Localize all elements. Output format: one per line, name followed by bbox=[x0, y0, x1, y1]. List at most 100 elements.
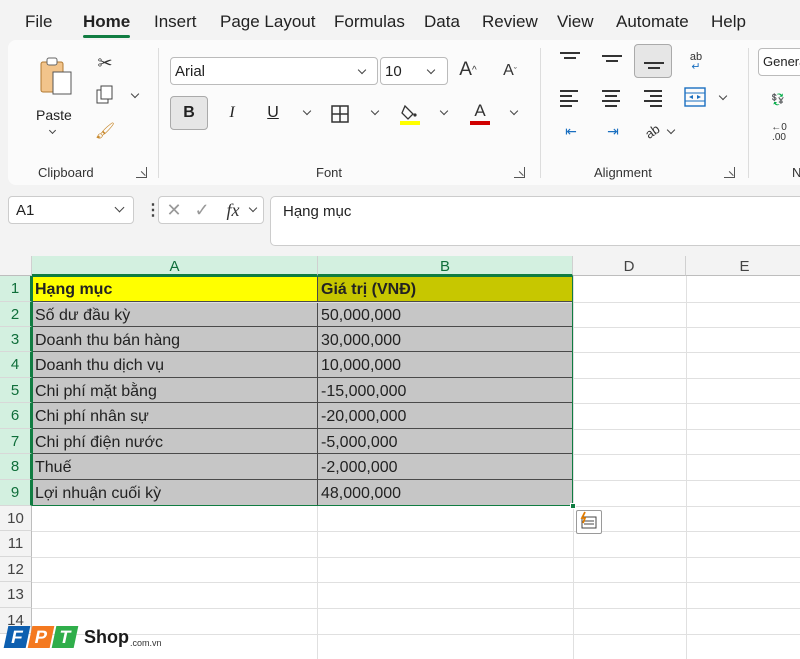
row-header[interactable]: 11 bbox=[0, 531, 32, 557]
tab-formulas[interactable]: Formulas bbox=[334, 12, 405, 32]
format-painter-icon[interactable]: 🖌 bbox=[94, 120, 116, 142]
insert-function-icon[interactable]: fx bbox=[223, 199, 243, 221]
row-header[interactable]: 8 bbox=[0, 454, 32, 480]
accounting-format-icon[interactable]: 💱 bbox=[766, 90, 790, 108]
quick-analysis-icon[interactable] bbox=[576, 510, 602, 534]
align-center-icon[interactable] bbox=[602, 90, 622, 107]
underline-dropdown-icon[interactable] bbox=[302, 106, 312, 116]
fill-color-icon[interactable] bbox=[400, 102, 420, 126]
select-all-corner[interactable] bbox=[0, 256, 32, 276]
column-header-d[interactable]: D bbox=[573, 256, 686, 276]
alignment-launcher-icon[interactable] bbox=[724, 167, 735, 178]
table-cell[interactable]: 30,000,000 bbox=[318, 327, 573, 352]
row-header[interactable]: 9 bbox=[0, 480, 32, 506]
increase-font-icon[interactable]: A ^ bbox=[456, 56, 480, 84]
fill-color-dropdown-icon[interactable] bbox=[439, 106, 449, 116]
row-header[interactable]: 10 bbox=[0, 506, 32, 531]
row-header[interactable]: 12 bbox=[0, 557, 32, 582]
tab-help[interactable]: Help bbox=[711, 12, 746, 32]
font-launcher-icon[interactable] bbox=[514, 167, 525, 178]
ribbon: Paste ✂ 🖌 Clipboard Arial 10 A ^ Aˇ B I U… bbox=[8, 40, 800, 185]
copy-dropdown-icon[interactable] bbox=[130, 89, 140, 99]
formula-input[interactable]: Hạng mục bbox=[270, 196, 800, 246]
table-cell[interactable]: 10,000,000 bbox=[318, 352, 573, 378]
column-header-a[interactable]: A bbox=[32, 256, 318, 276]
table-cell[interactable]: Chi phí điện nước bbox=[32, 429, 318, 454]
table-cell[interactable]: Lợi nhuận cuối kỳ bbox=[32, 480, 318, 506]
gridline bbox=[573, 403, 800, 404]
column-header-b[interactable]: B bbox=[318, 256, 573, 276]
tab-insert[interactable]: Insert bbox=[154, 12, 197, 32]
table-cell[interactable]: 48,000,000 bbox=[318, 480, 573, 506]
cell-a1[interactable]: Hạng mục bbox=[32, 276, 318, 302]
gridline bbox=[573, 352, 800, 353]
table-cell[interactable]: -20,000,000 bbox=[318, 403, 573, 429]
cell-b1[interactable]: Giá trị (VNĐ) bbox=[318, 276, 573, 302]
orientation-icon[interactable]: ab bbox=[636, 115, 668, 147]
row-header[interactable]: 13 bbox=[0, 582, 32, 608]
align-top-icon[interactable] bbox=[560, 50, 580, 66]
tab-data[interactable]: Data bbox=[424, 12, 460, 32]
gridline bbox=[32, 302, 800, 303]
tab-page-layout[interactable]: Page Layout bbox=[220, 12, 315, 32]
table-cell[interactable]: Doanh thu dịch vụ bbox=[32, 352, 318, 378]
underline-button[interactable]: U bbox=[254, 96, 292, 130]
borders-dropdown-icon[interactable] bbox=[370, 106, 380, 116]
table-cell[interactable]: Chi phí nhân sự bbox=[32, 403, 318, 429]
decrease-font-icon[interactable]: Aˇ bbox=[498, 58, 522, 84]
tab-review[interactable]: Review bbox=[482, 12, 538, 32]
table-cell[interactable]: Doanh thu bán hàng bbox=[32, 327, 318, 352]
tab-home[interactable]: Home bbox=[83, 12, 131, 38]
bold-button[interactable]: B bbox=[170, 96, 208, 130]
paste-icon[interactable] bbox=[36, 54, 76, 98]
borders-icon[interactable] bbox=[330, 104, 350, 124]
column-header-e[interactable]: E bbox=[686, 256, 800, 276]
table-cell[interactable]: -15,000,000 bbox=[318, 378, 573, 403]
align-middle-icon[interactable] bbox=[602, 50, 622, 66]
clipboard-launcher-icon[interactable] bbox=[136, 167, 147, 178]
row-header[interactable]: 6 bbox=[0, 403, 32, 429]
italic-button[interactable]: I bbox=[213, 96, 251, 130]
copy-icon[interactable] bbox=[94, 84, 116, 106]
increase-decimal-icon[interactable]: ←0.00 bbox=[766, 122, 792, 144]
row-header[interactable]: 7 bbox=[0, 429, 32, 454]
name-box[interactable]: A1 bbox=[8, 196, 134, 224]
table-cell[interactable]: -2,000,000 bbox=[318, 454, 573, 480]
cut-icon[interactable]: ✂ bbox=[94, 52, 116, 74]
wrap-text-icon[interactable]: ab ↵ bbox=[684, 50, 708, 74]
align-right-icon[interactable] bbox=[644, 90, 664, 107]
separator bbox=[748, 48, 749, 178]
increase-indent-icon[interactable]: ⇥ bbox=[602, 122, 624, 140]
font-color-icon[interactable]: A bbox=[470, 100, 490, 126]
tab-view[interactable]: View bbox=[557, 12, 594, 32]
merge-center-icon[interactable] bbox=[684, 86, 706, 108]
row-header[interactable]: 4 bbox=[0, 352, 32, 378]
font-size-select[interactable]: 10 bbox=[380, 57, 448, 85]
cancel-icon[interactable]: ✕ bbox=[165, 200, 183, 220]
merge-dropdown-icon[interactable] bbox=[718, 91, 728, 101]
fx-dropdown-icon[interactable] bbox=[248, 203, 258, 213]
align-left-icon[interactable] bbox=[560, 90, 580, 107]
paste-dropdown-icon[interactable] bbox=[48, 126, 57, 135]
number-format-select[interactable]: General bbox=[758, 48, 800, 76]
tab-file[interactable]: File bbox=[25, 12, 52, 32]
font-name-select[interactable]: Arial bbox=[170, 57, 378, 85]
paste-label[interactable]: Paste bbox=[36, 107, 72, 123]
row-header[interactable]: 3 bbox=[0, 327, 32, 352]
font-color-dropdown-icon[interactable] bbox=[509, 106, 519, 116]
enter-icon[interactable]: ✓ bbox=[193, 200, 211, 220]
tab-automate[interactable]: Automate bbox=[616, 12, 689, 32]
table-cell[interactable]: Số dư đầu kỳ bbox=[32, 302, 318, 327]
gridline bbox=[573, 276, 574, 659]
row-header[interactable]: 2 bbox=[0, 302, 32, 327]
gridline bbox=[573, 378, 800, 379]
table-cell[interactable]: Chi phí mặt bằng bbox=[32, 378, 318, 403]
fill-handle[interactable] bbox=[570, 503, 576, 509]
row-header[interactable]: 5 bbox=[0, 378, 32, 403]
align-bottom-icon[interactable] bbox=[644, 53, 664, 69]
table-cell[interactable]: Thuế bbox=[32, 454, 318, 480]
table-cell[interactable]: -5,000,000 bbox=[318, 429, 573, 454]
table-cell[interactable]: 50,000,000 bbox=[318, 302, 573, 327]
decrease-indent-icon[interactable]: ⇤ bbox=[560, 122, 582, 140]
row-header[interactable]: 1 bbox=[0, 276, 32, 302]
